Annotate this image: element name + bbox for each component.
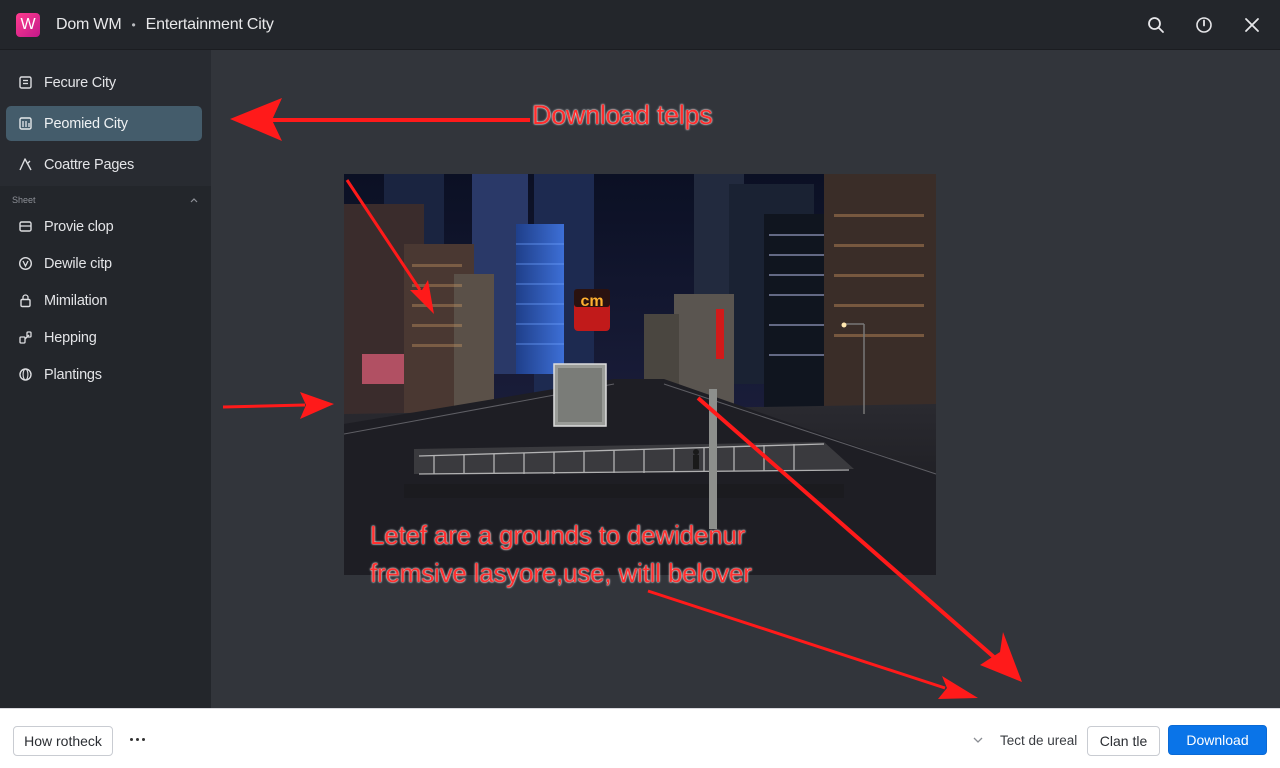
city-night-photo[interactable]: cm [344, 174, 936, 575]
sidebar-item-label: Mimilation [44, 292, 108, 309]
power-icon [1196, 17, 1212, 33]
caption-line-2: fremsive lasyore,use, witll belover [370, 558, 752, 588]
text-select-dropdown[interactable]: Tect de ureal [970, 729, 1080, 751]
city-photo-graphic: cm [344, 174, 936, 575]
power-button[interactable] [1188, 9, 1220, 41]
sidebar-item-peomied-city[interactable]: Peomied City [6, 106, 202, 141]
section-label: Sheet [12, 195, 36, 205]
lock-icon [17, 293, 33, 309]
sidebar: Fecure City Peomied City Coattre Pages S… [0, 50, 211, 708]
app-logo-letter: W [20, 15, 36, 33]
close-button[interactable] [1236, 9, 1268, 41]
title-bar: W Dom WM • Entertainment City [0, 0, 1280, 50]
more-icon [128, 737, 146, 741]
sidebar-item-label: Hepping [44, 329, 97, 346]
sidebar-item-label: Dewile citp [44, 255, 112, 272]
footer-bar: How rotheck Tect de ureal Clan tle Downl… [0, 708, 1280, 768]
more-options-button[interactable] [126, 725, 148, 753]
chevron-up-icon [190, 198, 198, 203]
chevron-down-icon [973, 737, 983, 743]
sidebar-item-mimilation[interactable]: Mimilation [6, 283, 202, 318]
city-icon [17, 116, 33, 132]
search-button[interactable] [1140, 9, 1172, 41]
download-button[interactable]: Download [1168, 725, 1267, 755]
app-logo: W [16, 12, 40, 37]
annotation-caption: Letef are a grounds to dewidenur fremsiv… [370, 516, 752, 592]
annotation-top-text: Download telps [532, 100, 713, 130]
photo-sign-text: cm [580, 293, 603, 310]
how-rotheck-button[interactable]: How rotheck [13, 726, 113, 756]
app-name: Dom WM [56, 15, 122, 33]
sidebar-item-label: Plantings [44, 366, 102, 383]
select-value: Tect de ureal [1000, 732, 1078, 748]
search-icon [1148, 17, 1164, 33]
clear-file-button[interactable]: Clan tle [1087, 726, 1160, 756]
pen-icon [17, 157, 33, 173]
caption-line-1: Letef are a grounds to dewidenur [370, 520, 746, 550]
close-icon [1245, 18, 1259, 32]
window-title: Entertainment City [145, 15, 274, 33]
sidebar-item-label: Peomied City [44, 115, 128, 132]
title-separator: • [131, 17, 136, 32]
sidebar-item-fecure-city[interactable]: Fecure City [6, 65, 202, 100]
titlebar-actions [1140, 9, 1268, 41]
app-window: W Dom WM • Entertainment City Fecure Cit… [0, 0, 1280, 768]
sidebar-section-header[interactable]: Sheet [12, 193, 198, 207]
sidebar-item-hepping[interactable]: Hepping [6, 320, 202, 355]
shield-icon [17, 256, 33, 272]
sidebar-item-label: Coattre Pages [44, 156, 135, 173]
sidebar-item-coattre-pages[interactable]: Coattre Pages [6, 147, 202, 182]
card-icon [17, 219, 33, 235]
globe-icon [17, 367, 33, 383]
sidebar-item-provie-clop[interactable]: Provie clop [6, 209, 202, 244]
sidebar-item-label: Fecure City [44, 74, 116, 91]
sidebar-item-label: Provie clop [44, 218, 114, 235]
sidebar-item-dewile-citp[interactable]: Dewile citp [6, 246, 202, 281]
building-icon [17, 75, 33, 91]
sidebar-item-plantings[interactable]: Plantings [6, 357, 202, 392]
link-icon [17, 330, 33, 346]
